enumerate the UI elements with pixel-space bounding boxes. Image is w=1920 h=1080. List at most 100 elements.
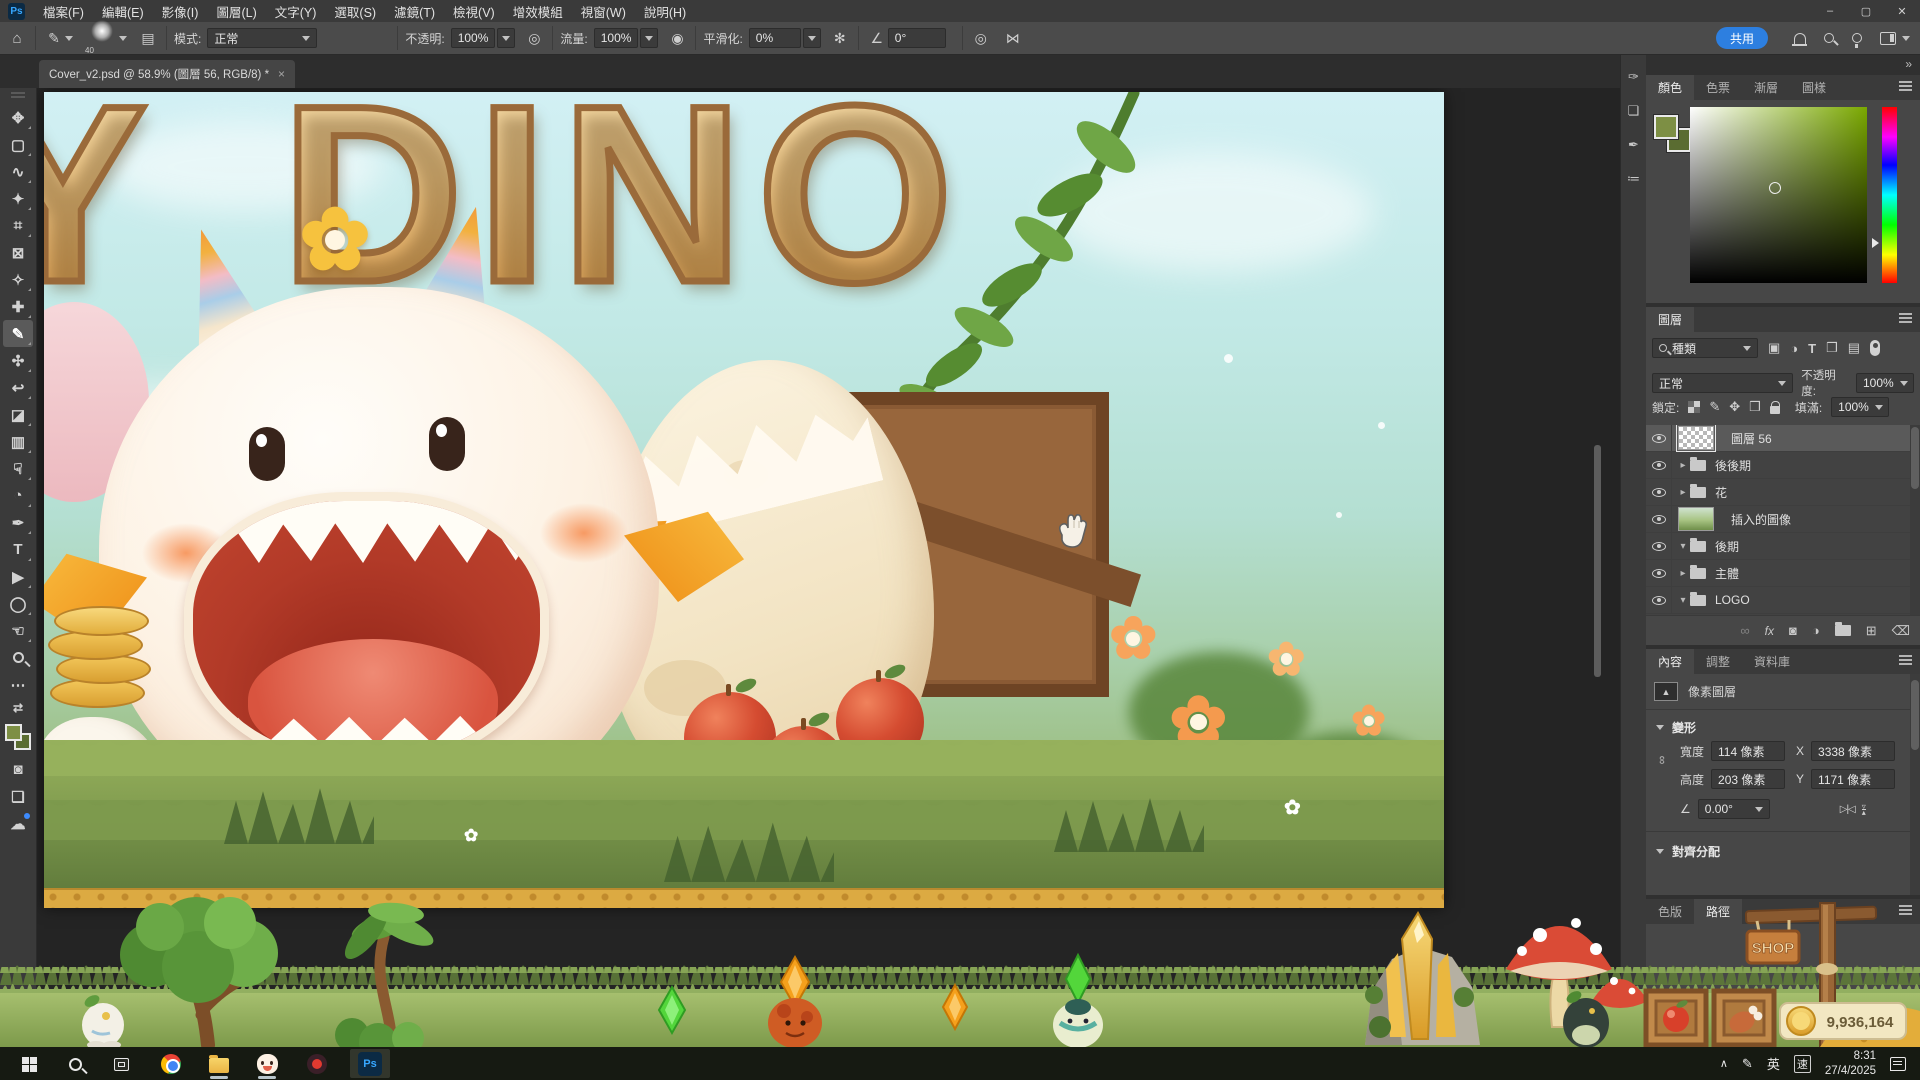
chrome-icon[interactable] bbox=[158, 1051, 184, 1077]
brush-picker-chevron-icon[interactable] bbox=[119, 36, 127, 41]
filter-toggle-switch[interactable] bbox=[1870, 340, 1880, 356]
menu-file[interactable]: 檔案(F) bbox=[34, 0, 93, 22]
menu-help[interactable]: 說明(H) bbox=[635, 0, 695, 22]
layer-row[interactable]: ▾ 後期 bbox=[1646, 533, 1920, 560]
frame-tool[interactable]: ⊠ bbox=[3, 239, 33, 266]
tray-expand-icon[interactable]: ∧ bbox=[1720, 1057, 1728, 1070]
brush-tool[interactable]: ✎ bbox=[3, 320, 33, 347]
link-layers-icon[interactable]: ∞ bbox=[1740, 623, 1749, 638]
visibility-eye-icon[interactable] bbox=[1646, 533, 1672, 560]
transform-section-header[interactable]: 變形 bbox=[1656, 719, 1696, 736]
visibility-eye-icon[interactable] bbox=[1646, 425, 1672, 452]
filter-smart-objects-icon[interactable]: ▤ bbox=[1848, 340, 1860, 356]
layer-name[interactable]: 主體 bbox=[1715, 565, 1739, 582]
layers-panel-menu-icon[interactable] bbox=[1899, 317, 1912, 319]
tab-layers[interactable]: 圖層 bbox=[1646, 307, 1694, 332]
lock-transparent-pixels-icon[interactable] bbox=[1688, 401, 1700, 413]
smudge-tool[interactable]: ☟ bbox=[3, 455, 33, 482]
tab-close-icon[interactable]: × bbox=[278, 67, 285, 81]
smoothing-chevron[interactable] bbox=[803, 28, 821, 48]
tab-adjustments[interactable]: 調整 bbox=[1694, 649, 1742, 674]
properties-scrollbar[interactable] bbox=[1910, 674, 1920, 895]
minimize-button[interactable]: – bbox=[1812, 0, 1848, 22]
tablet-pressure-opacity-icon[interactable]: ◎ bbox=[523, 30, 545, 47]
home-icon[interactable]: ⌂ bbox=[6, 30, 28, 47]
layer-row[interactable]: 插入的圖像 bbox=[1646, 506, 1920, 533]
new-group-icon[interactable] bbox=[1835, 625, 1851, 636]
properties-panel-menu-icon[interactable] bbox=[1899, 659, 1912, 661]
game-crate-meat[interactable] bbox=[1714, 991, 1774, 1045]
layers-scrollbar[interactable] bbox=[1910, 425, 1920, 615]
color-panel-menu-icon[interactable] bbox=[1899, 85, 1912, 87]
filter-shape-layers-icon[interactable]: ❒ bbox=[1826, 340, 1838, 356]
opacity-chevron[interactable] bbox=[497, 28, 515, 48]
eyedropper-tool[interactable]: ✧ bbox=[3, 266, 33, 293]
color-field-marker[interactable] bbox=[1769, 182, 1781, 194]
search-icon[interactable] bbox=[1824, 33, 1834, 43]
width-input[interactable]: 114 像素 bbox=[1711, 741, 1785, 761]
tablet-pressure-size-icon[interactable]: ◎ bbox=[970, 30, 992, 47]
brush-tool-icon[interactable]: ✎ bbox=[43, 30, 65, 47]
eraser-tool[interactable]: ◪ bbox=[3, 401, 33, 428]
visibility-eye-icon[interactable] bbox=[1646, 452, 1672, 479]
game-crystal-rock[interactable] bbox=[1365, 913, 1480, 1045]
smoothing-gear-icon[interactable]: ✻ bbox=[829, 30, 851, 47]
share-app-icon[interactable]: ☁ bbox=[3, 810, 33, 837]
layer-name[interactable]: 後期 bbox=[1715, 538, 1739, 555]
path-selection-tool[interactable]: ▶ bbox=[3, 563, 33, 590]
hand-tool[interactable]: ☜ bbox=[3, 617, 33, 644]
layer-thumbnail[interactable] bbox=[1678, 507, 1714, 531]
screen-recorder-icon[interactable] bbox=[304, 1051, 330, 1077]
history-brush-tool[interactable]: ↩ bbox=[3, 374, 33, 401]
layer-name[interactable]: 花 bbox=[1715, 484, 1727, 501]
lasso-tool[interactable]: ∿ bbox=[3, 158, 33, 185]
tool-preset-chevron-icon[interactable] bbox=[65, 36, 73, 41]
hue-slider-marker[interactable] bbox=[1872, 238, 1879, 248]
group-chevron-icon[interactable]: ▸ bbox=[1676, 487, 1690, 498]
toolbar-grip[interactable] bbox=[11, 96, 25, 98]
maximize-button[interactable]: ▢ bbox=[1848, 0, 1884, 22]
visibility-eye-icon[interactable] bbox=[1646, 560, 1672, 587]
layer-row[interactable]: ▸ 花 bbox=[1646, 479, 1920, 506]
adjustment-layer-icon[interactable]: ◑ bbox=[1812, 623, 1820, 638]
x-input[interactable]: 3338 像素 bbox=[1811, 741, 1895, 761]
tab-color[interactable]: 顏色 bbox=[1646, 75, 1694, 100]
tab-gradients[interactable]: 漸層 bbox=[1742, 75, 1790, 100]
panel-expand-icon[interactable]: » bbox=[1905, 57, 1912, 71]
hue-slider[interactable] bbox=[1882, 107, 1897, 283]
toggle-brush-settings-icon[interactable]: ▤ bbox=[137, 30, 159, 47]
panel-color-swatches[interactable] bbox=[1654, 115, 1694, 155]
tab-libraries[interactable]: 資料庫 bbox=[1742, 649, 1802, 674]
layers-opacity-input[interactable]: 100% bbox=[1856, 373, 1914, 393]
lock-pixels-icon[interactable]: ✎ bbox=[1709, 399, 1720, 415]
group-chevron-icon[interactable]: ▸ bbox=[1676, 568, 1690, 579]
opacity-input[interactable]: 100% bbox=[451, 28, 496, 48]
delete-layer-icon[interactable]: ⌫ bbox=[1892, 623, 1910, 639]
magic-wand-tool[interactable]: ✦ bbox=[3, 185, 33, 212]
filter-adjustment-layers-icon[interactable]: ◑ bbox=[1790, 341, 1798, 356]
character-panel-icon[interactable]: ✒ bbox=[1628, 137, 1639, 153]
quick-mask-button[interactable]: ◙ bbox=[3, 756, 33, 783]
layer-filter-kind-select[interactable]: 種類 bbox=[1652, 338, 1758, 358]
layer-row[interactable]: ▸ 後後期 bbox=[1646, 452, 1920, 479]
task-view-icon[interactable] bbox=[108, 1051, 134, 1077]
rotate-angle-input[interactable]: 0.00° bbox=[1698, 799, 1770, 819]
panel-foreground-swatch[interactable] bbox=[1654, 115, 1678, 139]
ime-language-indicator[interactable]: 英 bbox=[1767, 1054, 1780, 1073]
dodge-tool[interactable]: ◔ bbox=[3, 482, 33, 509]
color-swatches[interactable] bbox=[5, 724, 31, 750]
flow-chevron[interactable] bbox=[640, 28, 658, 48]
clone-stamp-tool[interactable]: ✣ bbox=[3, 347, 33, 374]
menu-plugins[interactable]: 增效模組 bbox=[504, 0, 572, 22]
lock-all-icon[interactable] bbox=[1770, 406, 1780, 414]
edit-toolbar-button[interactable]: ⋯ bbox=[3, 671, 33, 698]
visibility-eye-icon[interactable] bbox=[1646, 506, 1672, 533]
properties-dock-icon[interactable]: ≔ bbox=[1627, 171, 1640, 187]
menu-select[interactable]: 選取(S) bbox=[325, 0, 385, 22]
share-button[interactable]: 共用 bbox=[1716, 27, 1768, 49]
game-crate-apple[interactable] bbox=[1646, 991, 1706, 1045]
color-field[interactable] bbox=[1690, 107, 1867, 283]
symmetry-icon[interactable]: ⋈ bbox=[1002, 30, 1024, 47]
action-center-icon[interactable] bbox=[1890, 1057, 1906, 1071]
screen-mode-button[interactable]: ❏ bbox=[3, 783, 33, 810]
